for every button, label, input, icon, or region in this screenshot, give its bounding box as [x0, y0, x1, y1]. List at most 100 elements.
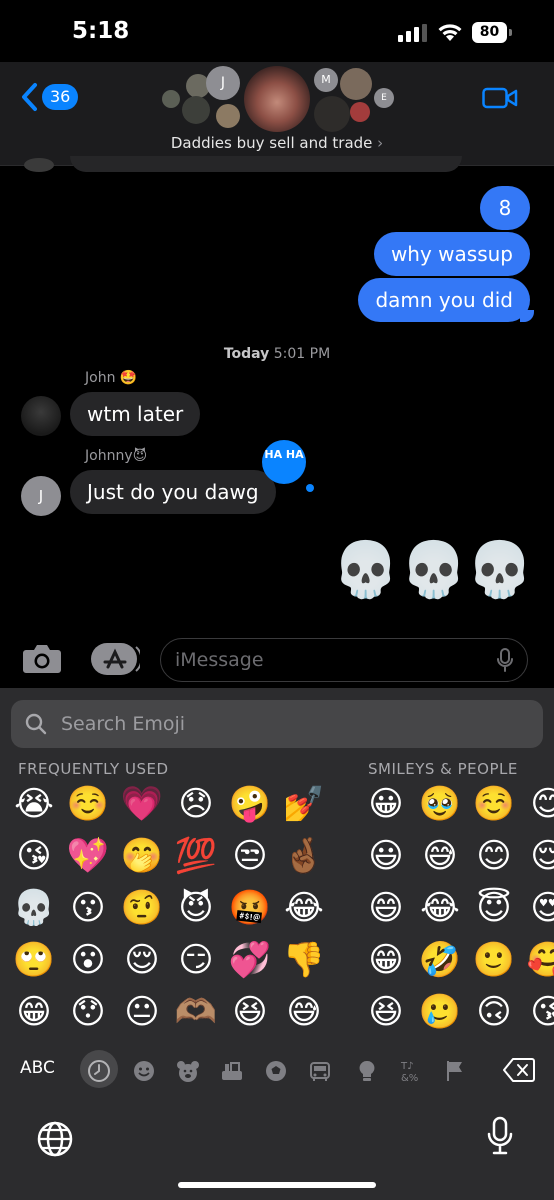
delete-backspace-icon[interactable]	[502, 1056, 536, 1084]
group-avatar-tiny-1	[162, 90, 180, 108]
emoji-key[interactable]: 😂	[416, 884, 464, 932]
dictation-mic-icon[interactable]	[497, 648, 513, 672]
emoji-key[interactable]: 😁	[362, 936, 410, 984]
back-button[interactable]: 36	[20, 82, 79, 112]
food-icon[interactable]	[219, 1058, 245, 1084]
smiley-icon[interactable]	[131, 1058, 157, 1084]
emoji-key[interactable]: 😌	[118, 936, 166, 984]
emoji-key[interactable]: 😀	[362, 780, 410, 828]
video-call-icon[interactable]	[482, 86, 518, 110]
composer-bar	[0, 626, 554, 688]
emoji-key[interactable]: 👎	[280, 936, 328, 984]
emoji-key[interactable]: 🤭	[118, 832, 166, 880]
travel-icon[interactable]	[307, 1058, 333, 1084]
chevron-right-icon: ›	[377, 134, 384, 152]
emoji-key[interactable]: 🥹	[416, 780, 464, 828]
group-avatar-j: J	[206, 66, 240, 100]
outgoing-message-1[interactable]: 8	[480, 186, 530, 230]
emoji-key[interactable]: 💀	[10, 884, 58, 932]
emoji-key[interactable]: 🙄	[10, 936, 58, 984]
message-field[interactable]	[160, 638, 528, 682]
emoji-key[interactable]: 😆	[362, 988, 410, 1036]
microphone-icon[interactable]	[486, 1116, 514, 1156]
reaction-emoji[interactable]: 💀	[400, 538, 467, 602]
emoji-key[interactable]: 😞	[172, 780, 220, 828]
search-icon	[25, 713, 47, 735]
reaction-emoji[interactable]: 💀	[466, 538, 533, 602]
emoji-key[interactable]: 😄	[362, 884, 410, 932]
emoji-key[interactable]: 😃	[362, 832, 410, 880]
emoji-key[interactable]: 😒	[226, 832, 274, 880]
sender-avatar-photo[interactable]	[21, 396, 61, 436]
emoji-key[interactable]: 😇	[470, 884, 518, 932]
emoji-key[interactable]: 💖	[64, 832, 112, 880]
activity-icon[interactable]	[263, 1058, 289, 1084]
emoji-key[interactable]: 🤪	[226, 780, 274, 828]
emoji-key[interactable]: 🙂	[470, 936, 518, 984]
emoji-key[interactable]: ☺️	[64, 780, 112, 828]
emoji-key[interactable]: 😊	[524, 780, 554, 828]
globe-icon[interactable]	[36, 1120, 74, 1158]
outgoing-message-3[interactable]: damn you did	[358, 278, 530, 322]
emoji-key[interactable]: 😈	[172, 884, 220, 932]
emoji-key[interactable]: 🤨	[118, 884, 166, 932]
emoji-category-bar: ABC T♪ &%	[0, 1048, 554, 1092]
emoji-key[interactable]: 😭	[10, 780, 58, 828]
emoji-key[interactable]: 🥲	[416, 988, 464, 1036]
emoji-key[interactable]: ☺️	[470, 780, 518, 828]
incoming-message-2[interactable]: Just do you dawg	[70, 470, 276, 514]
emoji-key[interactable]: 🫶🏽	[172, 988, 220, 1036]
symbols-icon[interactable]: T♪ &%	[398, 1058, 424, 1084]
group-name-link[interactable]: Daddies buy sell and trade ›	[0, 134, 554, 152]
tapback-label: HA HA	[264, 448, 304, 461]
emoji-key[interactable]: 😘	[524, 988, 554, 1036]
chevron-left-icon	[22, 83, 37, 111]
emoji-search-bar[interactable]	[11, 700, 543, 748]
animal-icon[interactable]	[175, 1058, 201, 1084]
wifi-icon	[438, 24, 462, 41]
emoji-key[interactable]: 😯	[64, 988, 112, 1036]
emoji-key[interactable]: 😊	[470, 832, 518, 880]
group-avatar-main[interactable]	[244, 66, 310, 132]
emoji-key[interactable]: 🤬	[226, 884, 274, 932]
emoji-key[interactable]: 🥰	[524, 936, 554, 984]
emoji-key[interactable]: 💞	[226, 936, 274, 984]
incoming-message-1[interactable]: wtm later	[70, 392, 201, 436]
home-indicator[interactable]	[178, 1182, 376, 1188]
haha-tapback[interactable]: HA HA	[262, 440, 306, 484]
previous-message-edge	[70, 156, 462, 172]
sender-avatar-initial[interactable]: J	[21, 476, 61, 516]
emoji-key[interactable]: 😘	[10, 832, 58, 880]
emoji-key[interactable]: 😮	[64, 936, 112, 984]
emoji-key[interactable]: 😅	[280, 988, 328, 1036]
emoji-key[interactable]: 🤞🏾	[280, 832, 328, 880]
flags-icon[interactable]	[442, 1058, 468, 1084]
message-thread[interactable]: 8 why wassup damn you did Today 5:01 PM …	[0, 156, 554, 626]
emoji-key[interactable]: 💅	[280, 780, 328, 828]
message-input[interactable]	[175, 639, 485, 681]
emoji-key[interactable]: 💗	[118, 780, 166, 828]
emoji-key[interactable]: 😏	[172, 936, 220, 984]
emoji-search-input[interactable]	[61, 700, 521, 748]
objects-icon[interactable]	[354, 1058, 380, 1084]
abc-button[interactable]: ABC	[20, 1058, 55, 1078]
reaction-emoji[interactable]: 💀	[332, 538, 399, 602]
app-store-icon[interactable]	[90, 642, 140, 676]
emoji-key[interactable]: 😌	[524, 832, 554, 880]
recent-icon[interactable]	[86, 1058, 112, 1084]
emoji-key[interactable]: 🙃	[470, 988, 518, 1036]
emoji-key[interactable]: 😐	[118, 988, 166, 1036]
emoji-key[interactable]: 😍	[524, 884, 554, 932]
emoji-key[interactable]: 😆	[226, 988, 274, 1036]
emoji-key[interactable]: 😗	[64, 884, 112, 932]
tapback-tail	[306, 484, 314, 492]
emoji-key[interactable]: 🤣	[416, 936, 464, 984]
emoji-key[interactable]: 💯	[172, 832, 220, 880]
emoji-key[interactable]: 😁	[10, 988, 58, 1036]
emoji-key[interactable]: 😂	[280, 884, 328, 932]
outgoing-message-2[interactable]: why wassup	[373, 232, 530, 276]
emoji-key[interactable]: 😅	[416, 832, 464, 880]
emoji-grid[interactable]: 😭 ☺️ 💗 😞 🤪 💅 😘 💖 🤭 💯 😒 🤞🏾 💀 😗 🤨 😈 🤬 😂 🙄 😮 😌 😏 💞 👎 😁 😯 😐 🫶🏽 😆 😅 😀 🥹 ☺️ 😊 😃 😅…	[0, 780, 554, 1040]
message-timestamp: Today 5:01 PM	[0, 346, 554, 362]
camera-icon[interactable]	[22, 642, 62, 674]
